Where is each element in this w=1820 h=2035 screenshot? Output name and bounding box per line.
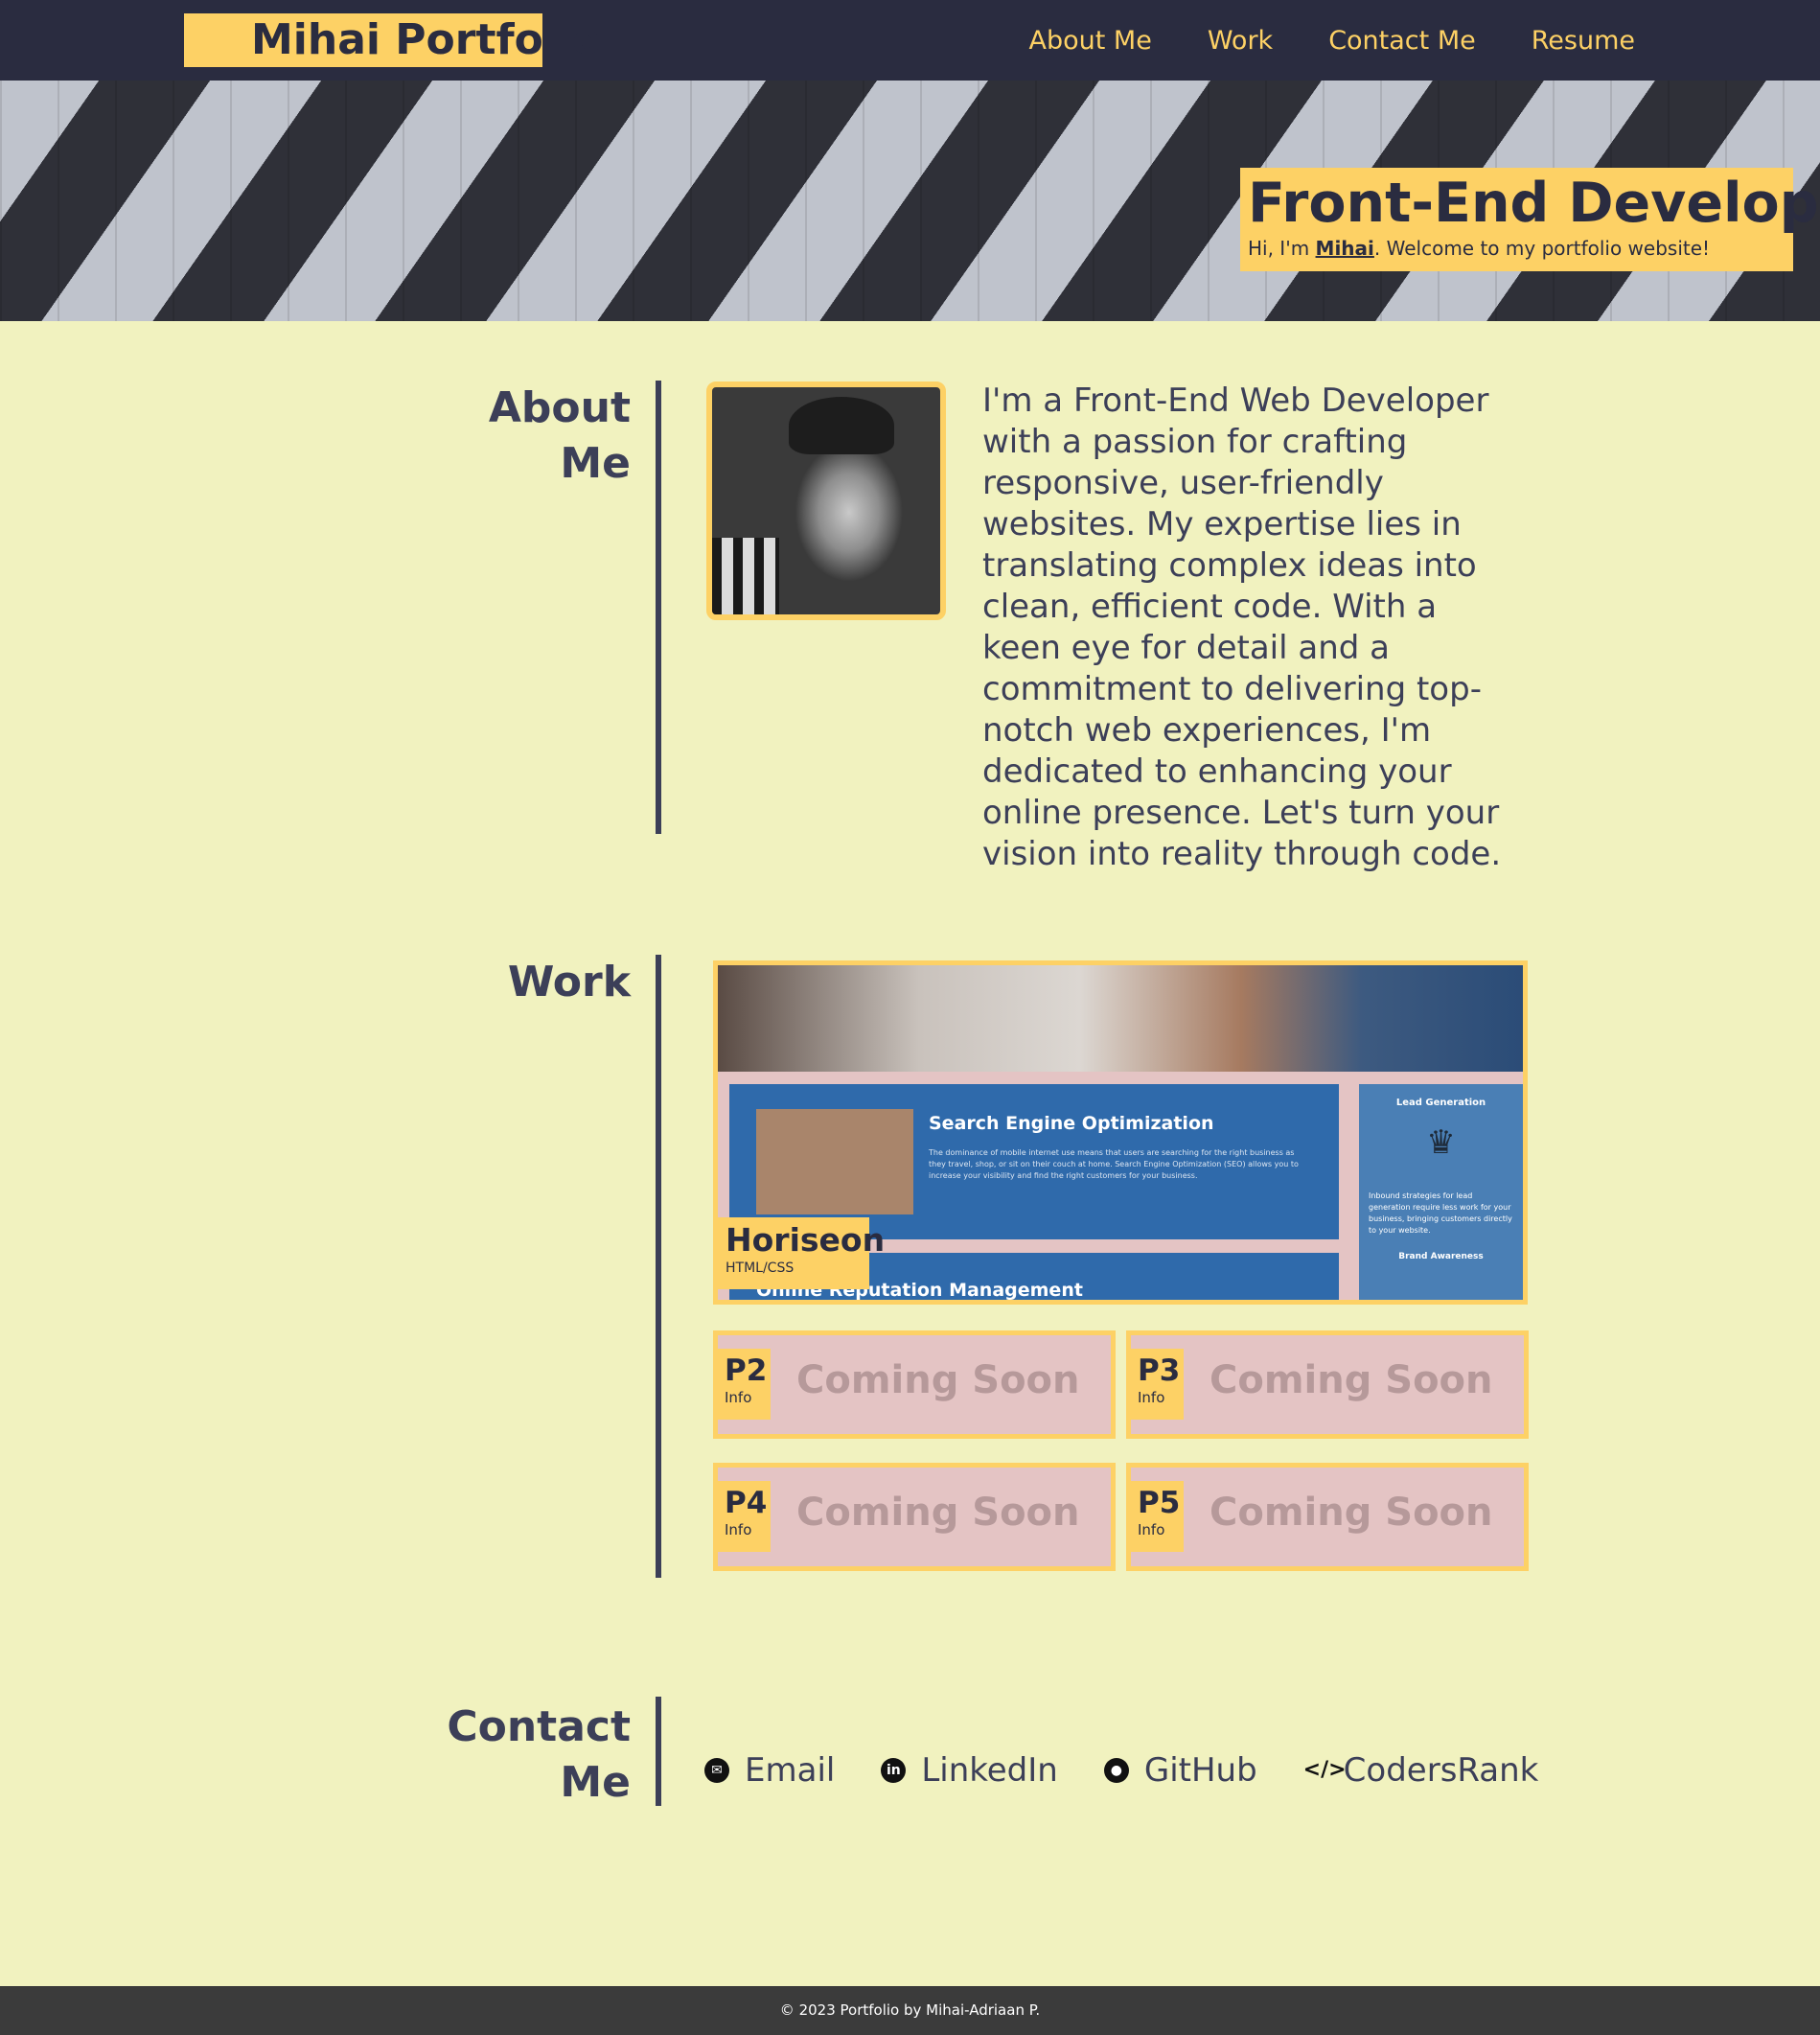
contact-linkedin-label: LinkedIn [921,1751,1058,1790]
project-name: P2 [725,1353,768,1388]
contact-title-line1: Contact [447,1702,631,1751]
hero-title: Front-End Developer [1248,172,1820,235]
project-preview-photo [718,965,1523,1072]
preview-seo-text: The dominance of mobile internet use mea… [929,1148,1299,1180]
contact-codersrank-link[interactable]: </> CodersRank [1303,1751,1539,1790]
about-section-title: About Me [489,381,631,492]
preview-seo-thumbnail [756,1109,913,1214]
contact-linkedin-link[interactable]: in LinkedIn [881,1751,1058,1790]
nav-about-me[interactable]: About Me [1028,26,1151,56]
work-section-title: Work [507,958,631,1006]
hero-subtitle-prefix: Hi, I'm [1248,237,1316,260]
github-icon: ● [1103,1758,1129,1783]
project-info: Info [725,1521,752,1538]
project-name: P4 [725,1486,768,1520]
work-divider [656,955,661,1578]
contact-title-line2: Me [560,1758,631,1807]
about-divider [656,381,661,834]
contact-divider [656,1697,661,1806]
project-label: Horiseon HTML/CSS [718,1217,886,1289]
email-icon: ✉ [704,1758,729,1783]
preview-seo-heading: Search Engine Optimization [929,1113,1214,1134]
preview-side-text: Inbound strategies for lead generation r… [1369,1191,1512,1235]
nav-contact-me[interactable]: Contact Me [1328,26,1476,56]
about-text: I'm a Front-End Web Developer with a pas… [982,382,1502,873]
coming-soon-text: Coming Soon [796,1358,1080,1402]
contact-section-title: Contact Me [447,1700,631,1811]
preview-side-title: Lead Generation [1395,1098,1486,1108]
contact-github-link[interactable]: ● GitHub [1103,1751,1257,1790]
project-info: Info [1138,1389,1165,1406]
profile-photo [706,382,946,620]
project-card-p5[interactable]: P5 Info Coming Soon [1126,1463,1529,1571]
site-footer: © 2023 Portfolio by Mihai-Adriaan P. [0,1986,1820,2035]
project-name: P3 [1138,1353,1181,1388]
project-name: P5 [1138,1486,1181,1520]
preview-seo-panel: Search Engine Optimization The dominance… [729,1084,1339,1239]
coming-soon-text: Coming Soon [1209,1358,1493,1402]
project-card-p4[interactable]: P4 Info Coming Soon [713,1463,1116,1571]
project-card-p3[interactable]: P3 Info Coming Soon [1126,1330,1529,1439]
nav-resume[interactable]: Resume [1532,26,1635,56]
hero-subtitle-suffix: . Welcome to my portfolio website! [1373,237,1711,260]
coming-soon-text: Coming Soon [796,1491,1080,1535]
about-title-line1: About [488,383,631,432]
project-name: Horiseon [726,1221,886,1259]
hero-card: Front-End Developer Hi, I'm Mihai. Welco… [1240,168,1820,271]
contact-email-label: Email [745,1751,836,1790]
contact-github-label: GitHub [1143,1751,1257,1790]
hero-banner: Front-End Developer Hi, I'm Mihai. Welco… [0,81,1820,321]
lightbulb-icon: ♛ [1426,1123,1456,1162]
project-label: P5 Info [1131,1481,1184,1552]
nav-work[interactable]: Work [1208,26,1273,56]
project-label: P4 Info [718,1481,771,1552]
linkedin-icon: in [881,1758,907,1783]
contact-codersrank-label: CodersRank [1343,1751,1539,1790]
site-logo[interactable]: Mihai Portfolio [184,13,601,67]
preview-side-panel: Lead Generation ♛ Inbound strategies for… [1359,1084,1523,1300]
project-tech: HTML/CSS [726,1260,795,1276]
project-card-horiseon[interactable]: Search Engine Optimization The dominance… [713,960,1528,1305]
hero-subtitle: Hi, I'm Mihai. Welcome to my portfolio w… [1248,237,1793,260]
contact-email-link[interactable]: ✉ Email [704,1751,835,1790]
about-title-line2: Me [560,439,631,488]
hero-subtitle-name: Mihai [1315,237,1374,260]
preview-side-footer: Brand Awareness [1398,1252,1484,1261]
main-nav: About Me Work Contact Me Resume [1028,0,1635,81]
project-label: P2 Info [718,1349,771,1420]
top-navbar: Mihai Portfolio About Me Work Contact Me… [0,0,1820,81]
contact-links: ✉ Email in LinkedIn ● GitHub </> CodersR… [704,1751,1538,1790]
project-label: P3 Info [1131,1349,1184,1420]
project-info: Info [1138,1521,1165,1538]
project-info: Info [725,1389,752,1406]
code-icon: </> [1302,1758,1347,1782]
project-card-p2[interactable]: P2 Info Coming Soon [713,1330,1116,1439]
coming-soon-text: Coming Soon [1209,1491,1493,1535]
